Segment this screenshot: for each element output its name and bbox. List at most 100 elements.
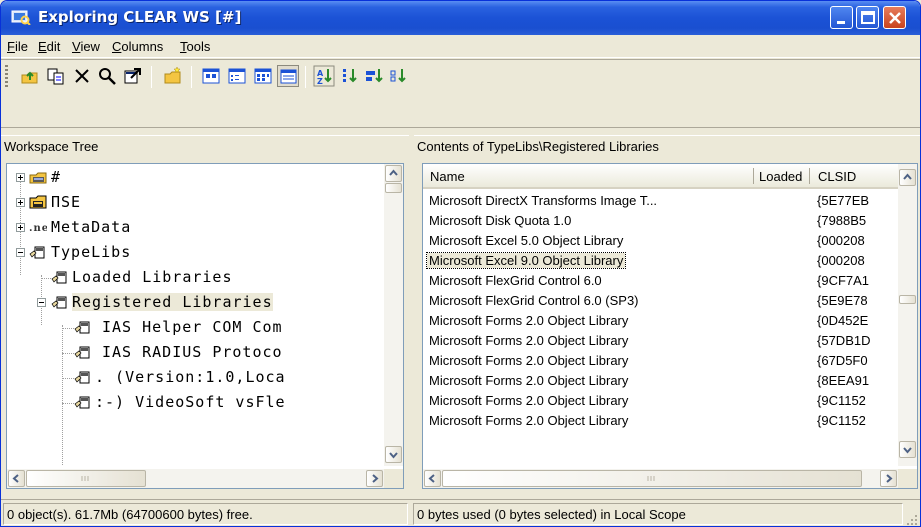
- grip-icon: [647, 476, 655, 481]
- status-bar: 0 object(s). 61.7Mb (64700600 bytes) fre…: [1, 499, 920, 526]
- scroll-up-button[interactable]: [385, 165, 402, 182]
- menu-view[interactable]: View: [72, 39, 100, 54]
- tree-connector: [62, 325, 63, 465]
- maximize-button[interactable]: [856, 6, 879, 29]
- list-horizontal-scrollbar[interactable]: [423, 469, 899, 488]
- column-divider[interactable]: [753, 168, 754, 184]
- minimize-icon: [837, 21, 845, 24]
- scroll-down-button[interactable]: [385, 446, 402, 463]
- copy-button[interactable]: [45, 65, 67, 87]
- details-view-button[interactable]: [277, 65, 299, 87]
- list-item-name: Microsoft Disk Quota 1.0: [429, 213, 572, 228]
- small-icons-view-icon: [228, 68, 246, 84]
- list-item[interactable]: Microsoft FlexGrid Control 6.0 {9CF7A1: [423, 272, 899, 290]
- list-item-clsid: {9CF7A1: [817, 273, 870, 288]
- list-item-name: Microsoft Forms 2.0 Object Library: [429, 413, 629, 428]
- scroll-right-button[interactable]: [366, 470, 383, 487]
- list-item-name: Microsoft Forms 2.0 Object Library: [429, 333, 629, 348]
- copy-icon: [47, 68, 64, 85]
- sort-type-icon: [343, 69, 357, 83]
- typelib-icon: [74, 419, 92, 435]
- list-item-focused[interactable]: Microsoft Excel 9.0 Object Library {00020…: [423, 252, 899, 270]
- chevron-left-icon: [12, 474, 19, 483]
- resize-grip-icon[interactable]: [906, 514, 918, 526]
- scroll-left-button[interactable]: [424, 470, 441, 487]
- tree-vertical-scrollbar[interactable]: [384, 164, 403, 466]
- list-item-clsid: {7988B5: [817, 213, 867, 228]
- tree-horizontal-scrollbar[interactable]: [7, 469, 385, 488]
- svg-text:.net: .net: [29, 223, 47, 234]
- explorer-window: Exploring CLEAR WS [#] File Edit View Co…: [0, 0, 921, 527]
- scroll-left-button[interactable]: [8, 470, 25, 487]
- menu-columns[interactable]: Columns: [112, 39, 163, 54]
- list-item-clsid: {5E77EB: [817, 193, 870, 208]
- list-view-button[interactable]: [252, 65, 274, 87]
- scroll-right-button[interactable]: [880, 470, 897, 487]
- scroll-thumb[interactable]: [26, 470, 146, 487]
- scrollbar-corner: [898, 469, 917, 488]
- up-folder-button[interactable]: [19, 65, 41, 87]
- properties-icon: [124, 68, 141, 84]
- sort-type-button[interactable]: [339, 65, 361, 87]
- list-item[interactable]: Microsoft Forms 2.0 Object Library {67D5F…: [423, 352, 899, 370]
- list-item-clsid: {8EEA91: [817, 373, 870, 388]
- list-vertical-scrollbar[interactable]: [898, 164, 917, 466]
- small-icons-view-button[interactable]: [226, 65, 248, 87]
- list-item-name: Microsoft Forms 2.0 Object Library: [429, 393, 629, 408]
- chevron-up-icon: [903, 173, 912, 180]
- list-item[interactable]: Microsoft Forms 2.0 Object Library {9C115…: [423, 392, 899, 410]
- tree-connector: [62, 328, 74, 329]
- contents-list[interactable]: Name Loaded CLSID Microsoft DirectX Tran…: [422, 163, 918, 489]
- scrollbar-corner: [384, 469, 403, 488]
- large-icons-view-button[interactable]: [200, 65, 222, 87]
- tree-connector: [62, 403, 74, 404]
- list-view-icon: [254, 68, 272, 84]
- chevron-right-icon: [886, 474, 893, 483]
- column-header-name[interactable]: Name: [430, 169, 465, 184]
- new-folder-button[interactable]: [162, 65, 184, 87]
- expand-icon[interactable]: [16, 173, 25, 182]
- tree-content: # ΠSE .net MetaData TypeLibs Loaded Libr…: [7, 164, 385, 466]
- menu-tools[interactable]: Tools: [180, 39, 210, 54]
- properties-button[interactable]: [122, 65, 144, 87]
- list-item[interactable]: Microsoft FlexGrid Control 6.0 (SP3) {5E9…: [423, 292, 899, 310]
- collapse-icon[interactable]: [37, 298, 46, 307]
- scroll-thumb[interactable]: [899, 295, 916, 304]
- scroll-thumb[interactable]: [442, 470, 862, 487]
- toolbar-grip[interactable]: [5, 65, 8, 89]
- scroll-thumb[interactable]: [385, 183, 402, 193]
- workspace-tree[interactable]: # ΠSE .net MetaData TypeLibs Loaded Libr…: [6, 163, 404, 489]
- minimize-button[interactable]: [830, 6, 853, 29]
- scroll-up-button[interactable]: [899, 169, 916, 186]
- list-item[interactable]: Microsoft Disk Quota 1.0 {7988B5: [423, 212, 899, 230]
- scroll-down-button[interactable]: [899, 441, 916, 458]
- chevron-down-icon: [389, 452, 398, 459]
- chevron-left-icon: [428, 474, 435, 483]
- find-button[interactable]: [96, 65, 118, 87]
- menu-file[interactable]: File: [7, 39, 28, 54]
- expand-icon[interactable]: [16, 198, 25, 207]
- list-item[interactable]: Microsoft Excel 5.0 Object Library {00020…: [423, 232, 899, 250]
- sort-az-button[interactable]: AZ: [313, 65, 335, 87]
- list-item[interactable]: Microsoft Forms 2.0 Object Library {0D452…: [423, 312, 899, 330]
- column-divider[interactable]: [809, 168, 810, 184]
- delete-button[interactable]: [71, 65, 93, 87]
- collapse-icon[interactable]: [16, 248, 25, 257]
- sort-size-button[interactable]: [363, 65, 385, 87]
- tree-item-label: #: [51, 168, 62, 186]
- column-header-clsid[interactable]: CLSID: [818, 169, 856, 184]
- menu-edit[interactable]: Edit: [38, 39, 60, 54]
- tree-item-label: MetaData: [51, 218, 132, 236]
- list-item[interactable]: Microsoft Forms 2.0 Object Library {57DB1…: [423, 332, 899, 350]
- list-item[interactable]: Microsoft Forms 2.0 Object Library {9C115…: [423, 412, 899, 430]
- column-header-loaded[interactable]: Loaded: [759, 169, 802, 184]
- tree-item-label: Registered Libraries: [72, 293, 273, 311]
- list-item[interactable]: Microsoft DirectX Transforms Image T... {…: [423, 192, 899, 210]
- list-item[interactable]: Microsoft Forms 2.0 Object Library {8EEA9…: [423, 372, 899, 390]
- sort-date-button[interactable]: [388, 65, 410, 87]
- title-bar[interactable]: Exploring CLEAR WS [#]: [1, 1, 920, 35]
- close-button[interactable]: [883, 6, 906, 29]
- expand-icon[interactable]: [16, 223, 25, 232]
- column-header-row: Name Loaded CLSID: [423, 164, 899, 189]
- tree-item-label: . (Version:1.0,Loca: [95, 368, 286, 386]
